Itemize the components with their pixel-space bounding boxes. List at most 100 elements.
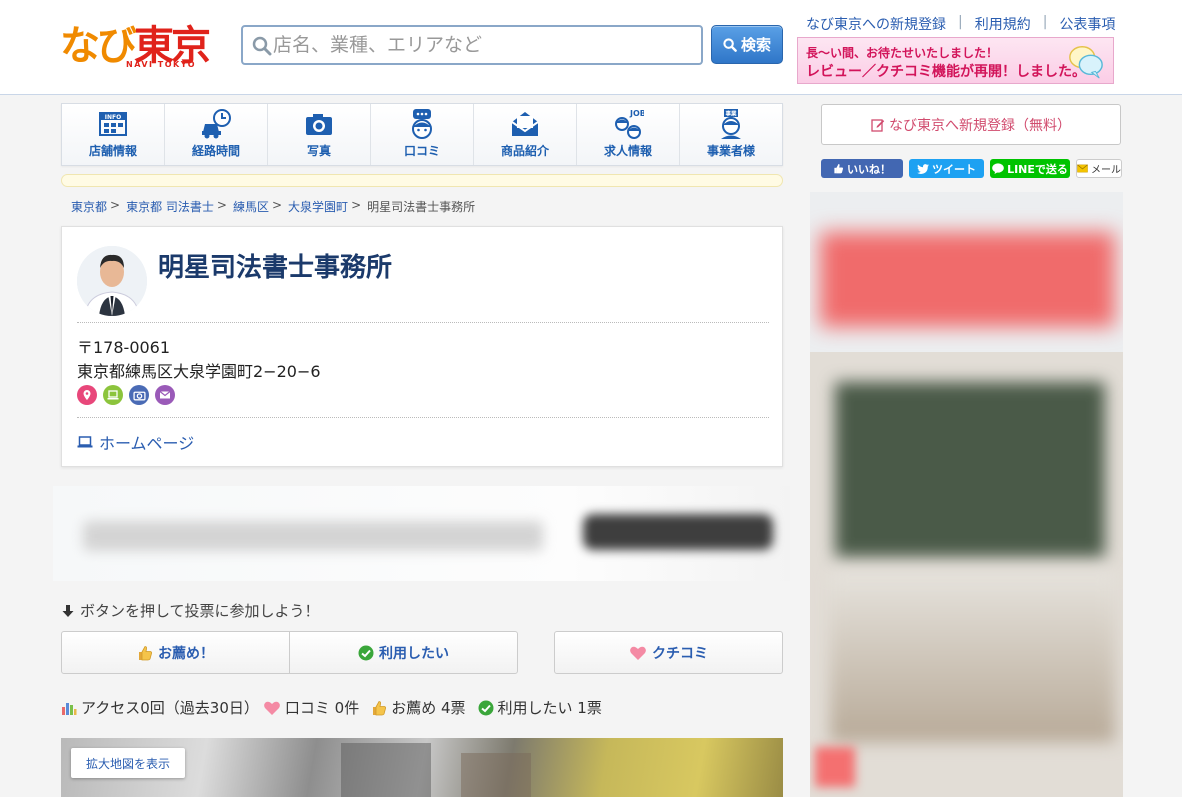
tab-route-time[interactable]: 経路時間 — [165, 104, 268, 165]
access-count: アクセス0回（過去30日） — [81, 699, 259, 717]
check-circle-icon — [478, 700, 494, 715]
tab-label: 口コミ — [403, 144, 440, 158]
map-view[interactable]: 拡大地図を表示 — [61, 738, 783, 797]
kuchikomi-button[interactable]: クチコミ — [554, 631, 783, 674]
disclosure-link[interactable]: 公表事項 — [1059, 14, 1115, 34]
search-button[interactable]: 検索 — [711, 25, 783, 64]
speech-bubble-icon — [1069, 46, 1103, 79]
tweet-label: ツイート — [932, 162, 976, 176]
thumbs-up-icon — [373, 700, 387, 715]
site-logo[interactable]: なび東京 NAVI TOKYO — [60, 24, 212, 76]
business-person-icon: 事業 — [721, 109, 741, 139]
avatar — [77, 246, 147, 316]
map-building — [341, 743, 431, 797]
thumbs-up-icon — [834, 164, 844, 174]
register-free-button[interactable]: なび東京へ新規登録（無料） — [821, 104, 1121, 145]
recommend-label: お薦め！ — [158, 645, 214, 662]
mail-share-button[interactable]: メール — [1076, 159, 1122, 178]
recommend-count: お薦め 4票 — [391, 699, 466, 717]
camera-icon — [306, 114, 332, 135]
heart-icon — [264, 701, 280, 715]
ad-blur-block — [83, 521, 543, 551]
search-icon — [723, 37, 737, 52]
kuchikomi-label: クチコミ — [652, 645, 708, 662]
breadcrumb: 東京都 > 東京都 司法書士 > 練馬区 > 大泉学園町 > 明星司法書士事務所 — [71, 198, 475, 215]
shop-tab-bar: INFO 店舗情報 経路時間 写真 口コミ 商品紹介 JOB 求人情報 事業 事… — [61, 103, 783, 166]
header-links: なび東京への新規登録 | 利用規約 | 公表事項 — [806, 14, 1115, 34]
homepage-link[interactable]: ホームページ — [77, 430, 194, 454]
review-count: 口コミ 0件 — [284, 699, 360, 717]
thumbs-up-icon — [139, 645, 153, 660]
car-clock-icon — [202, 109, 231, 139]
social-share-row: いいね！ ツイート LINEで送る メール — [821, 159, 1122, 178]
breadcrumb-ward[interactable]: 練馬区 — [233, 198, 269, 215]
heart-icon — [630, 646, 646, 660]
tab-jobs[interactable]: JOB 求人情報 — [577, 104, 680, 165]
site-header: なび東京 NAVI TOKYO 検索 なび東京への新規登録 | 利用規約 | 公… — [0, 0, 1182, 95]
laptop-icon[interactable] — [103, 385, 123, 405]
laptop-icon — [77, 436, 93, 448]
breadcrumb-separator: > — [271, 198, 283, 212]
tab-label: 写真 — [306, 144, 331, 158]
search-input[interactable] — [273, 31, 693, 59]
svg-text:JOB: JOB — [629, 109, 644, 118]
ad-blur-block — [830, 572, 1115, 742]
tab-shop-info[interactable]: INFO 店舗情報 — [62, 104, 165, 165]
link-separator: | — [958, 14, 963, 30]
info-icon: INFO — [99, 112, 127, 136]
tab-reviews[interactable]: 口コミ — [371, 104, 474, 165]
review-reopen-banner[interactable]: 長〜い間、お待たせいたしました！ レビュー／クチコミ機能が再開！しました。 — [797, 37, 1114, 84]
tweet-button[interactable]: ツイート — [909, 159, 984, 178]
svg-text:INFO: INFO — [105, 114, 121, 121]
recommend-button[interactable]: お薦め！ — [61, 631, 290, 674]
banner-line1: 長〜い間、お待たせいたしました！ — [806, 46, 999, 60]
want-to-use-button[interactable]: 利用したい — [289, 631, 518, 674]
ad-blur-block — [583, 514, 773, 550]
vote-hint-text: ボタンを押して投票に参加しよう！ — [80, 602, 320, 620]
facebook-like-button[interactable]: いいね！ — [821, 159, 903, 178]
contact-icon-row — [77, 385, 175, 405]
logo-subtitle: NAVI TOKYO — [126, 60, 197, 69]
tab-business[interactable]: 事業 事業者様 — [680, 104, 782, 165]
advertisement-banner[interactable] — [53, 486, 790, 581]
vote-hint: ボタンを押して投票に参加しよう！ — [61, 600, 320, 621]
mail-icon — [1077, 164, 1088, 173]
map-pin-icon[interactable] — [77, 385, 97, 405]
search-box — [241, 25, 703, 65]
mail-icon[interactable] — [155, 385, 175, 405]
mail-label: メール — [1091, 165, 1121, 176]
svg-text:事業: 事業 — [725, 110, 737, 118]
bar-chart-icon — [62, 702, 77, 715]
breadcrumb-separator: > — [110, 198, 121, 212]
page-title: 明星司法書士事務所 — [158, 253, 393, 283]
breadcrumb-tokyo[interactable]: 東京都 — [71, 198, 107, 215]
arrow-down-icon — [62, 604, 74, 617]
check-circle-icon — [358, 645, 374, 660]
banner-line2: レビュー／クチコミ機能が再開！しました。 — [806, 64, 1086, 80]
shop-address: 東京都練馬区大泉学園町2−20−6 — [77, 362, 321, 381]
line-share-button[interactable]: LINEで送る — [990, 159, 1070, 178]
tab-label: 経路時間 — [191, 144, 240, 158]
speech-person-icon — [412, 109, 432, 139]
ad-blur-block — [815, 747, 855, 787]
breadcrumb-town[interactable]: 大泉学園町 — [288, 198, 348, 215]
tab-label: 求人情報 — [603, 144, 652, 158]
person-photo-icon — [77, 246, 147, 316]
breadcrumb-separator: > — [216, 198, 227, 212]
map-building — [461, 753, 531, 797]
tab-photos[interactable]: 写真 — [268, 104, 371, 165]
tab-products[interactable]: 商品紹介 — [474, 104, 577, 165]
postal-code: 〒178-0061 — [77, 338, 171, 357]
want-count: 利用したい 1票 — [497, 699, 602, 717]
register-link[interactable]: なび東京への新規登録 — [806, 14, 946, 34]
ad-blur-block — [820, 232, 1115, 327]
line-label: LINEで送る — [1007, 162, 1068, 176]
camera-icon[interactable] — [129, 385, 149, 405]
breadcrumb-category[interactable]: 東京都 司法書士 — [126, 198, 214, 215]
expand-map-button[interactable]: 拡大地図を表示 — [71, 748, 185, 778]
terms-link[interactable]: 利用規約 — [975, 14, 1031, 34]
search-button-label: 検索 — [740, 36, 771, 54]
ad-blur-block — [835, 382, 1105, 557]
breadcrumb-current: 明星司法書士事務所 — [367, 200, 476, 214]
sidebar-advertisement[interactable] — [810, 192, 1123, 797]
